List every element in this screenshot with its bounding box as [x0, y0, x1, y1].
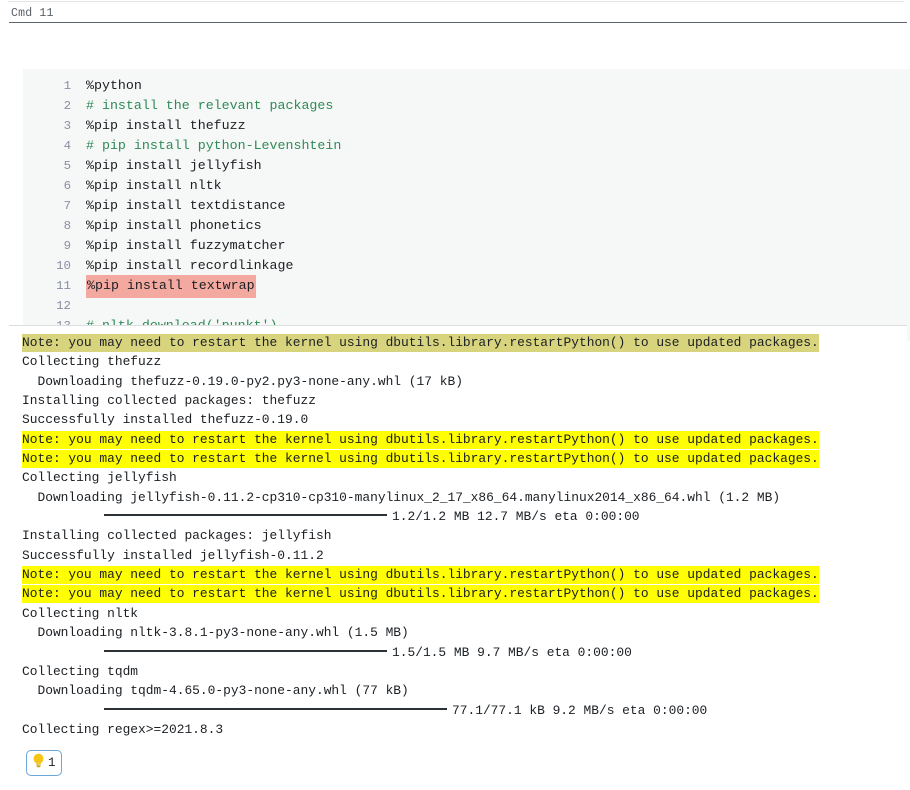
output-line-text: Note: you may need to restart the kernel… [22, 585, 819, 604]
code-editor-cell[interactable]: 1 %python 2 # install the relevant packages… [9, 22, 910, 341]
code-line-number: 8 [63, 219, 71, 233]
code-line[interactable]: 8 %pip install phonetics [23, 216, 910, 236]
output-line-text: Installing collected packages: thefuzz [22, 393, 316, 409]
code-line-number: 9 [63, 239, 71, 253]
code-line-number: 7 [63, 199, 71, 213]
output-line: Downloading nltk-3.8.1-py3-none-any.whl … [9, 623, 907, 642]
progress-status-text: 1.5/1.5 MB 9.7 MB/s eta 0:00:00 [392, 644, 632, 660]
output-line-list: Note: you may need to restart the kernel… [9, 333, 907, 740]
output-error-line[interactable]: CalledProcessError: Command 'pip --disab… [9, 739, 907, 740]
output-note-line: Note: you may need to restart the kernel… [9, 449, 907, 469]
hint-badge[interactable]: 1 [26, 750, 62, 776]
output-line-text: Note: you may need to restart the kernel… [22, 430, 819, 449]
code-line-number: 10 [56, 259, 71, 273]
output-line-text: Note: you may need to restart the kernel… [22, 450, 819, 469]
cell-command-label: Cmd 11 [11, 7, 54, 20]
output-line-text: Collecting tqdm [22, 663, 139, 679]
code-line[interactable]: 1 %python [23, 76, 910, 96]
code-line[interactable]: 3 %pip install thefuzz [23, 116, 910, 136]
code-line-number: 6 [63, 179, 71, 193]
code-line[interactable]: 9 %pip install fuzzymatcher [23, 236, 910, 256]
progress-status-text: 1.2/1.2 MB 12.7 MB/s eta 0:00:00 [392, 509, 640, 525]
output-line: Downloading thefuzz-0.19.0-py2.py3-none-… [9, 372, 907, 391]
code-line[interactable]: 12 [23, 296, 910, 316]
hint-count: 1 [48, 755, 56, 770]
code-line-text: %python [86, 78, 142, 93]
code-line-number: 1 [63, 79, 71, 93]
output-progress-line: 77.1/77.1 kB 9.2 MB/s eta 0:00:00 [9, 701, 907, 720]
output-line: Successfully installed thefuzz-0.19.0 [9, 410, 907, 429]
code-line-text: %pip install nltk [86, 178, 222, 193]
output-line: Collecting nltk [9, 604, 907, 623]
output-line: Installing collected packages: jellyfish [9, 526, 907, 545]
output-line-text: Collecting jellyfish [22, 470, 177, 486]
output-line-text: Note: you may need to restart the kernel… [22, 334, 819, 352]
output-line: Downloading tqdm-4.65.0-py3-none-any.whl… [9, 681, 907, 700]
output-line-text: Downloading tqdm-4.65.0-py3-none-any.whl… [22, 683, 409, 699]
output-line-text: Downloading thefuzz-0.19.0-py2.py3-none-… [22, 373, 463, 389]
output-line: Collecting jellyfish [9, 468, 907, 487]
output-line-text: Downloading nltk-3.8.1-py3-none-any.whl … [22, 625, 409, 641]
output-line-text: Downloading jellyfish-0.11.2-cp310-cp310… [22, 489, 781, 505]
code-line[interactable]: 10 %pip install recordlinkage [23, 256, 910, 276]
progress-bar [104, 707, 447, 710]
code-line[interactable]: 11 %pip install textwrap [23, 275, 910, 298]
code-line-text: %pip install phonetics [86, 218, 262, 233]
cell-output-panel[interactable]: Note: you may need to restart the kernel… [9, 325, 907, 740]
code-line-list: 1 %python 2 # install the relevant packages… [23, 76, 910, 336]
progress-bar [104, 649, 387, 652]
lightbulb-icon [32, 753, 45, 773]
code-line-text-highlighted: %pip install textwrap [86, 275, 256, 298]
code-editor-area[interactable]: 1 %python 2 # install the relevant packages… [23, 69, 910, 341]
output-line-text: Collecting regex>=2021.8.3 [22, 721, 224, 737]
output-line: Installing collected packages: thefuzz [9, 391, 907, 410]
code-line-number: 3 [63, 119, 71, 133]
code-line[interactable]: 5 %pip install jellyfish [23, 156, 910, 176]
output-line-text: Collecting nltk [22, 605, 139, 621]
output-note-line: Note: you may need to restart the kernel… [9, 333, 907, 352]
code-line-text: # pip install python-Levenshtein [86, 138, 342, 153]
output-note-line: Note: you may need to restart the kernel… [9, 565, 907, 585]
progress-status-text: 77.1/77.1 kB 9.2 MB/s eta 0:00:00 [452, 702, 708, 718]
code-line-text: %pip install fuzzymatcher [86, 238, 286, 253]
output-line-text: Installing collected packages: jellyfish [22, 528, 332, 544]
output-note-line: Note: you may need to restart the kernel… [9, 584, 907, 604]
output-line: Collecting thefuzz [9, 352, 907, 371]
code-line-number: 12 [56, 299, 71, 313]
code-line[interactable]: 7 %pip install textdistance [23, 196, 910, 216]
output-note-line: Note: you may need to restart the kernel… [9, 430, 907, 449]
top-divider [8, 1, 904, 2]
code-line-text: %pip install recordlinkage [86, 258, 294, 273]
progress-bar [104, 514, 387, 517]
code-line[interactable]: 2 # install the relevant packages [23, 96, 910, 116]
output-line-text: Successfully installed thefuzz-0.19.0 [22, 412, 309, 428]
code-line-number: 11 [56, 279, 71, 293]
code-line-text: %pip install thefuzz [86, 118, 246, 133]
output-progress-line: 1.5/1.5 MB 9.7 MB/s eta 0:00:00 [9, 643, 907, 662]
output-line: Collecting tqdm [9, 662, 907, 681]
code-line[interactable]: 6 %pip install nltk [23, 176, 910, 196]
output-line: Collecting regex>=2021.8.3 [9, 720, 907, 739]
output-line: Successfully installed jellyfish-0.11.2 [9, 546, 907, 565]
output-line-text: Collecting thefuzz [22, 354, 162, 370]
code-line-number: 2 [63, 99, 71, 113]
code-line-number: 4 [63, 139, 71, 153]
output-line-text: Note: you may need to restart the kernel… [22, 566, 819, 585]
code-line-text: %pip install jellyfish [86, 158, 262, 173]
output-progress-line: 1.2/1.2 MB 12.7 MB/s eta 0:00:00 [9, 507, 907, 526]
code-line-text: # install the relevant packages [86, 98, 334, 113]
notebook-cell-view: Cmd 11 1 %python 2 # install the relevant p… [0, 0, 910, 790]
output-line-text: Successfully installed jellyfish-0.11.2 [22, 547, 324, 563]
code-line-number: 5 [63, 159, 71, 173]
code-line-text: %pip install textdistance [86, 198, 286, 213]
output-line: Downloading jellyfish-0.11.2-cp310-cp310… [9, 488, 907, 507]
code-line[interactable]: 4 # pip install python-Levenshtein [23, 136, 910, 156]
